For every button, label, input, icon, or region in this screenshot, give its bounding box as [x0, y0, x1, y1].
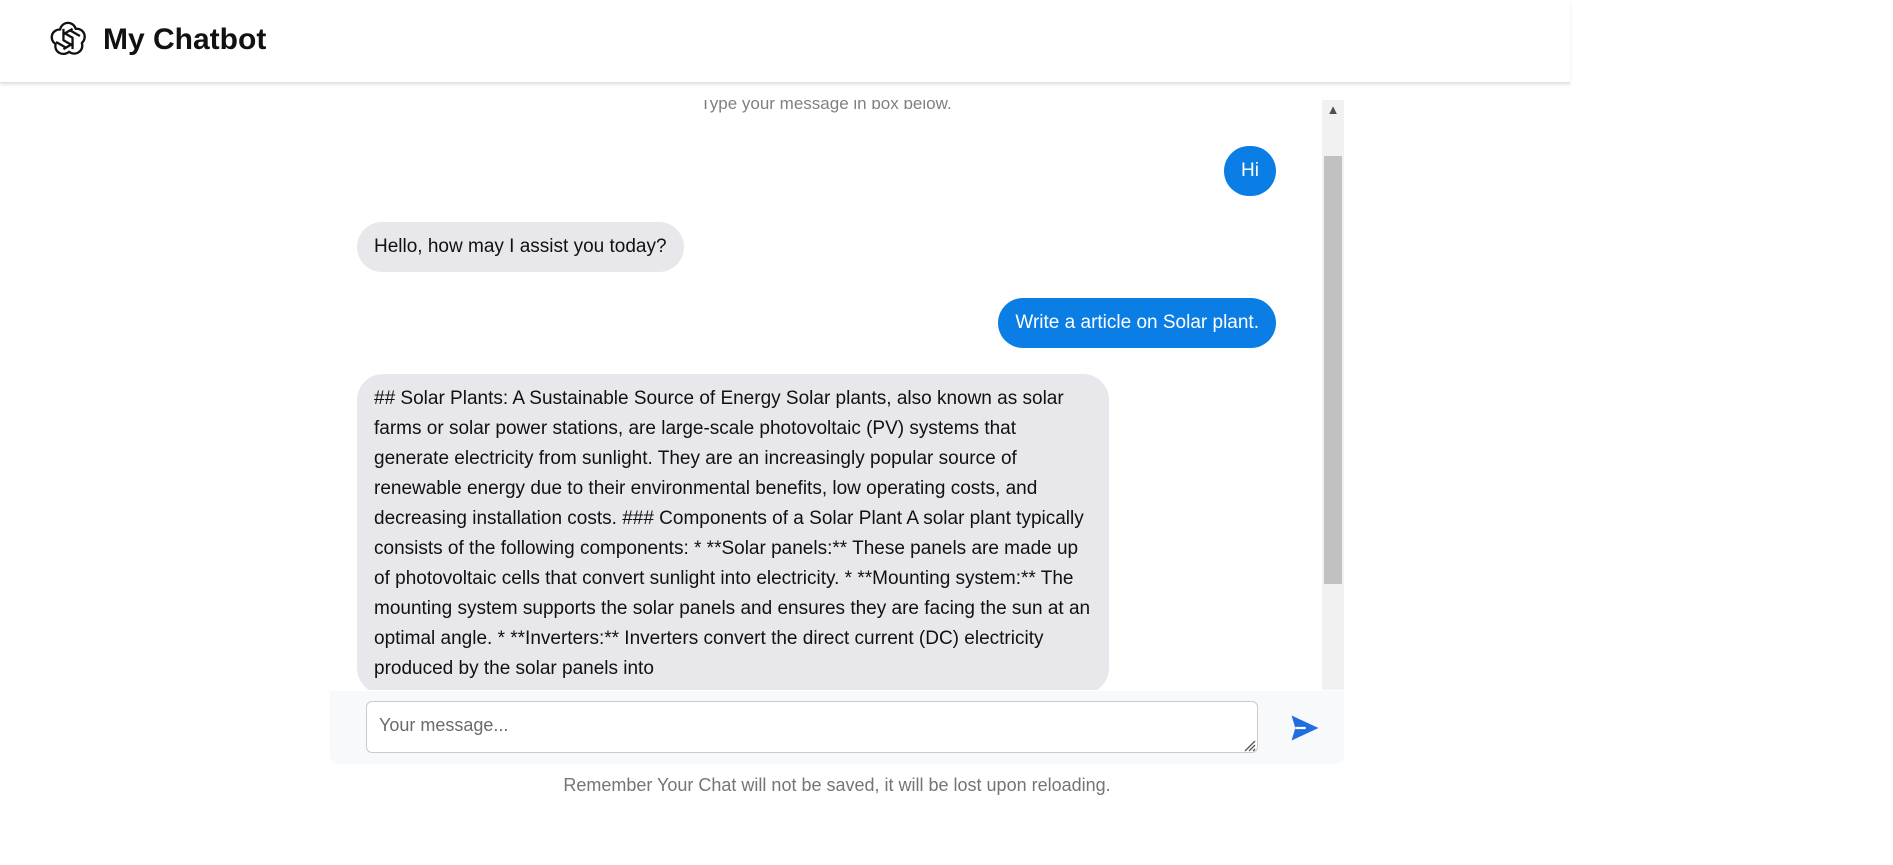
chat-scrollbar[interactable]: ▲: [1322, 100, 1344, 690]
app-title: My Chatbot: [103, 23, 267, 56]
chat-window[interactable]: Type your message in box below. Hi Hello…: [330, 100, 1344, 690]
app-header: My Chatbot: [0, 0, 1570, 83]
message-list[interactable]: Type your message in box below. Hi Hello…: [330, 100, 1322, 690]
footer-note: Remember Your Chat will not be saved, it…: [563, 775, 1111, 795]
scroll-up-arrow-icon[interactable]: ▲: [1322, 100, 1344, 120]
intro-text: Type your message in box below.: [700, 100, 952, 113]
openai-logo-icon: [50, 21, 86, 56]
send-icon[interactable]: [1288, 711, 1322, 745]
user-message: Write a article on Solar plant.: [998, 298, 1276, 348]
bot-message: ## Solar Plants: A Sustainable Source of…: [357, 374, 1109, 690]
message-composer: [330, 691, 1344, 764]
user-message: Hi: [1224, 146, 1276, 196]
resize-grip-icon[interactable]: [1240, 736, 1256, 752]
scrollbar-thumb[interactable]: [1324, 156, 1342, 584]
bot-message: Hello, how may I assist you today?: [357, 222, 684, 272]
message-input[interactable]: [366, 701, 1258, 753]
